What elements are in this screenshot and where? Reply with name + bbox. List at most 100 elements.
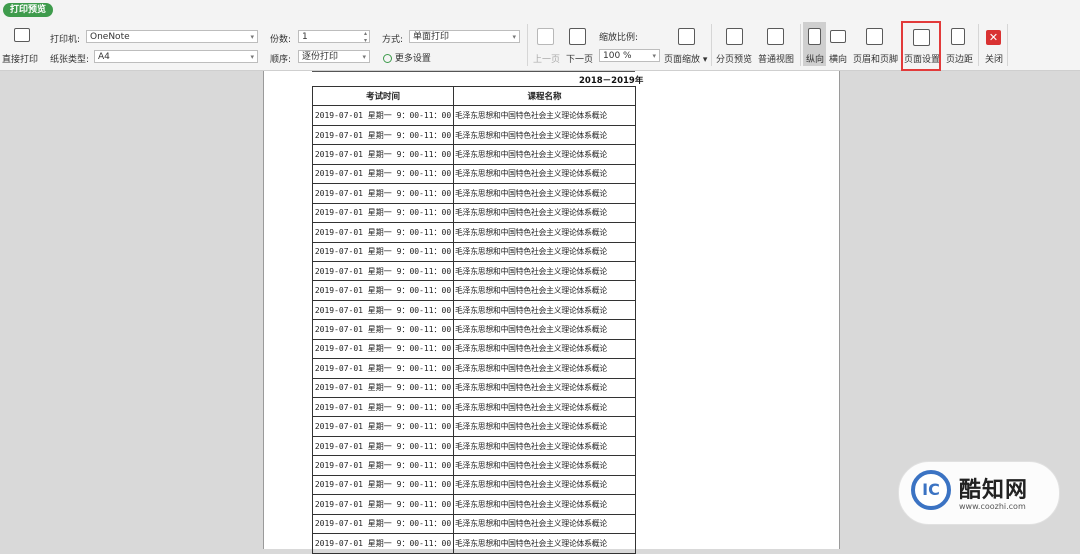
zoom-select[interactable]: 100 % ▾ [599,49,660,62]
printer-value: OneNote [90,32,130,42]
landscape-icon [830,30,846,43]
zoom-value: 100 % [603,51,632,61]
page-zoom-icon [678,28,695,45]
order-select[interactable]: 逐份打印 ▾ [298,50,370,63]
prev-page-icon [537,28,554,45]
exam-time-cell: 2019-07-01 星期一 9：00-11：00 [312,435,454,457]
portrait-button[interactable]: 纵向 [806,52,824,65]
column-header-course-name: 课程名称 [453,85,636,107]
separator [800,24,801,66]
table-row: 2019-07-01 星期一 9：00-11：00 毛泽东思想和中国特色社会主义理… [312,474,636,496]
copies-stepper[interactable]: 1 ▴ ▾ [298,30,370,43]
course-name-cell: 毛泽东思想和中国特色社会主义理论体系概论 [453,494,636,515]
stepper-arrows-icon[interactable]: ▴ ▾ [364,31,367,42]
more-settings-button[interactable]: gear-icon 更多设置 [383,51,431,64]
chevron-down-icon: ▾ [250,33,254,41]
paper-value: A4 [98,52,110,62]
watermark-brand: 酷知网 [959,478,1029,503]
print-preview-tab[interactable]: 打印预览 [3,3,54,17]
exam-time-cell: 2019-07-01 星期一 9：00-11：00 [312,358,454,379]
table-row: 2019-07-01 星期一 9：00-11：00 毛泽东思想和中国特色社会主义理… [312,319,636,340]
exam-time-cell: 2019-07-01 星期一 9：00-11：00 [312,280,454,301]
normal-view-button[interactable]: 普通视图 [758,52,794,65]
more-settings-label: 更多设置 [394,54,431,64]
exam-time-cell: 2019-07-01 星期一 9：00-11：00 [312,105,454,126]
margins-button[interactable]: 页边距 [946,52,973,65]
brand-logo-icon: IC [911,470,951,510]
separator [978,24,979,66]
gear-icon: gear-icon [383,54,392,63]
exam-time-cell: 2019-07-01 星期一 9：00-11：00 [312,416,454,437]
exam-time-cell: 2019-07-01 星期一 9：00-11：00 [312,513,454,535]
order-label: 顺序: [270,55,292,65]
table-row: 2019-07-01 星期一 9：00-11：00 毛泽东思想和中国特色社会主义理… [312,202,636,224]
direct-print-button[interactable]: 直接打印 [2,52,38,65]
landscape-button[interactable]: 横向 [829,52,847,65]
table-row: 2019-07-01 星期一 9：00-11：00 毛泽东思想和中国特色社会主义理… [312,144,636,165]
exam-time-cell: 2019-07-01 星期一 9：00-11：00 [312,377,454,399]
separator [1007,24,1008,66]
table-row: 2019-07-01 星期一 9：00-11：00 毛泽东思想和中国特色社会主义理… [312,338,636,360]
chevron-down-icon: ▾ [512,33,516,41]
course-name-cell: 毛泽东思想和中国特色社会主义理论体系概论 [453,435,636,457]
course-name-cell: 毛泽东思想和中国特色社会主义理论体系概论 [453,163,636,185]
next-page-button[interactable]: 下一页 [566,52,593,65]
table-body: 2019-07-01 星期一 9：00-11：00 毛泽东思想和中国特色社会主义理… [312,105,636,554]
normal-view-icon [767,28,784,45]
exam-time-cell: 2019-07-01 星期一 9：00-11：00 [312,163,454,185]
printer-label: 打印机: [50,35,81,45]
course-name-cell: 毛泽东思想和中国特色社会主义理论体系概论 [453,222,636,243]
exam-time-cell: 2019-07-01 星期一 9：00-11：00 [312,222,454,243]
exam-time-cell: 2019-07-01 星期一 9：00-11：00 [312,533,454,554]
exam-time-cell: 2019-07-01 星期一 9：00-11：00 [312,299,454,321]
table-row: 2019-07-01 星期一 9：00-11：00 毛泽东思想和中国特色社会主义理… [312,280,636,301]
course-name-cell: 毛泽东思想和中国特色社会主义理论体系概论 [453,319,636,340]
chevron-down-icon: ▾ [652,52,656,60]
mode-select[interactable]: 单面打印 ▾ [409,30,520,43]
exam-time-cell: 2019-07-01 星期一 9：00-11：00 [312,338,454,360]
course-name-cell: 毛泽东思想和中国特色社会主义理论体系概论 [453,280,636,301]
next-page-icon [569,28,586,45]
copies-value: 1 [302,32,308,42]
course-name-cell: 毛泽东思想和中国特色社会主义理论体系概论 [453,183,636,204]
printer-select[interactable]: OneNote ▾ [86,30,258,43]
close-icon[interactable]: ✕ [986,30,1001,45]
course-name-cell: 毛泽东思想和中国特色社会主义理论体系概论 [453,396,636,418]
table-row: 2019-07-01 星期一 9：00-11：00 毛泽东思想和中国特色社会主义理… [312,183,636,204]
table-row: 2019-07-01 星期一 9：00-11：00 毛泽东思想和中国特色社会主义理… [312,435,636,457]
course-name-cell: 毛泽东思想和中国特色社会主义理论体系概论 [453,358,636,379]
page-zoom-button[interactable]: 页面缩放 ▾ [664,52,707,65]
course-name-cell: 毛泽东思想和中国特色社会主义理论体系概论 [453,455,636,476]
chevron-down-icon: ▾ [362,53,366,61]
exam-time-cell: 2019-07-01 星期一 9：00-11：00 [312,241,454,262]
exam-time-cell: 2019-07-01 星期一 9：00-11：00 [312,124,454,146]
separator [527,24,528,66]
separator [711,24,712,66]
page-break-preview-button[interactable]: 分页预览 [716,52,752,65]
close-button[interactable]: 关闭 [985,52,1003,65]
course-name-cell: 毛泽东思想和中国特色社会主义理论体系概论 [453,533,636,554]
paper-select[interactable]: A4 ▾ [94,50,258,63]
course-name-cell: 毛泽东思想和中国特色社会主义理论体系概论 [453,513,636,535]
chevron-down-icon: ▾ [250,53,254,61]
header-footer-icon [866,28,883,45]
portrait-icon [808,28,821,45]
printer-icon[interactable] [14,28,30,42]
table-row: 2019-07-01 星期一 9：00-11：00 毛泽东思想和中国特色社会主义理… [312,105,636,126]
exam-time-cell: 2019-07-01 星期一 9：00-11：00 [312,474,454,496]
table-row: 2019-07-01 星期一 9：00-11：00 毛泽东思想和中国特色社会主义理… [312,533,636,554]
table-row: 2019-07-01 星期一 9：00-11：00 毛泽东思想和中国特色社会主义理… [312,124,636,146]
exam-time-cell: 2019-07-01 星期一 9：00-11：00 [312,183,454,204]
course-name-cell: 毛泽东思想和中国特色社会主义理论体系概论 [453,338,636,360]
prev-page-button[interactable]: 上一页 [533,52,560,65]
paper-label: 纸张类型: [50,55,90,65]
course-name-cell: 毛泽东思想和中国特色社会主义理论体系概论 [453,241,636,262]
mode-label: 方式: [382,35,404,45]
watermark: IC 酷知网 www.coozhi.com [898,461,1060,525]
column-header-exam-time: 考试时间 [312,85,454,107]
exam-time-cell: 2019-07-01 星期一 9：00-11：00 [312,494,454,515]
sheet-year-title: 2018－2019年 [579,76,644,86]
course-name-cell: 毛泽东思想和中国特色社会主义理论体系概论 [453,260,636,282]
exam-time-cell: 2019-07-01 星期一 9：00-11：00 [312,396,454,418]
header-footer-button[interactable]: 页眉和页脚 [853,52,898,65]
